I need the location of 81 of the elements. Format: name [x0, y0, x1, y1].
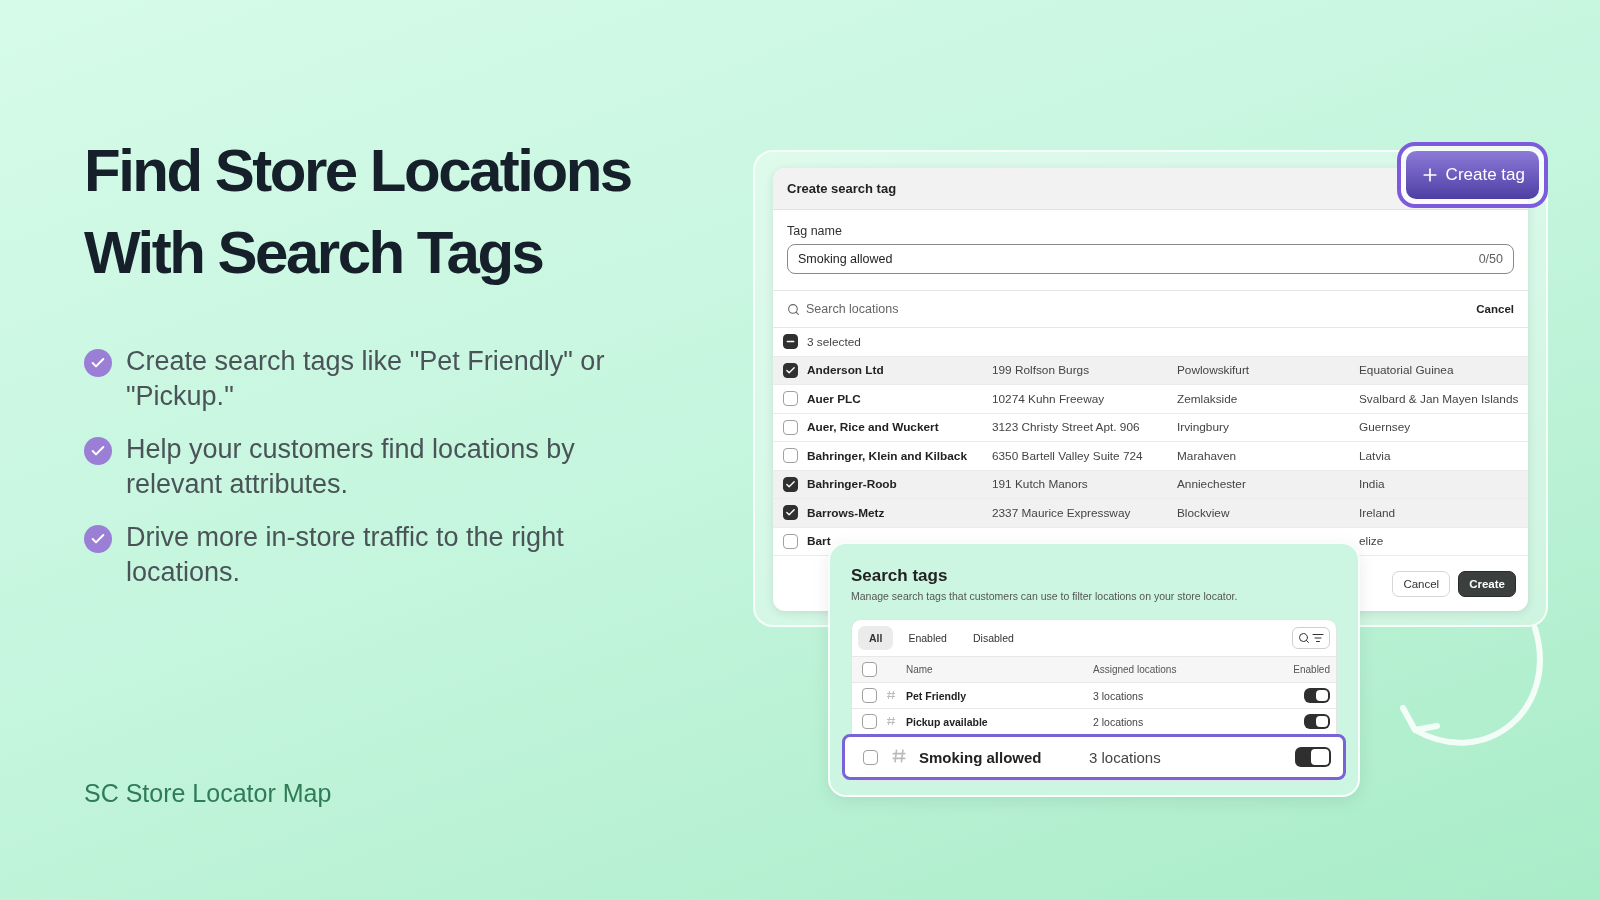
enabled-toggle[interactable]: [1304, 714, 1330, 729]
column-header: Name: [906, 664, 934, 675]
location-country: Svalbard & Jan Mayen Islands: [1359, 391, 1520, 406]
location-address: 6350 Bartell Valley Suite 724: [992, 448, 1144, 463]
feature-text: Create search tags like "Pet Friendly" or "Pickup.": [126, 345, 606, 413]
row-checkbox[interactable]: [783, 505, 798, 521]
location-address: 2337 Maurice Expressway: [992, 505, 1132, 520]
location-address: 3123 Christy Street Apt. 906: [992, 420, 1141, 435]
enabled-toggle[interactable]: [1295, 747, 1331, 767]
row-checkbox[interactable]: [783, 533, 798, 549]
check-icon: [785, 478, 796, 490]
panel-title: Search tags: [851, 566, 949, 586]
selection-count: 3 selected: [807, 334, 862, 349]
location-city: Anniechester: [1177, 477, 1247, 492]
location-name: Anderson Ltd: [807, 363, 885, 378]
search-filter-button[interactable]: [1292, 627, 1330, 649]
location-city: Irvingbury: [1177, 420, 1230, 435]
filter-tab[interactable]: All: [858, 626, 894, 650]
location-name: Auer, Rice and Wuckert: [807, 420, 940, 435]
create-tag-button[interactable]: Create tag: [1405, 151, 1539, 199]
filter-tab[interactable]: Disabled: [961, 626, 1025, 650]
location-name: Bahringer-Roob: [807, 477, 898, 492]
select-all-checkbox[interactable]: [783, 334, 798, 350]
filter-tab[interactable]: Enabled: [897, 626, 958, 650]
location-address: 199 Rolfson Burgs: [992, 363, 1091, 378]
location-count: 2 locations: [1093, 715, 1145, 728]
field-label: Tag name: [787, 224, 843, 238]
location-country: elize: [1359, 534, 1385, 549]
location-city: Powlowskifurt: [1177, 363, 1251, 378]
create-button[interactable]: Create: [1458, 570, 1516, 597]
row-checkbox[interactable]: [862, 688, 877, 703]
location-country: Guernsey: [1359, 420, 1412, 435]
location-city: Blockview: [1177, 505, 1231, 520]
hash-icon: [886, 715, 896, 726]
select-all-checkbox[interactable]: [862, 662, 877, 677]
location-address: 10274 Kuhn Freeway: [992, 391, 1106, 406]
panel-description: Manage search tags that customers can use to filter locations on your store locator.: [851, 590, 1239, 602]
check-icon: [785, 364, 796, 376]
tag-name: Pickup available: [906, 715, 989, 728]
row-checkbox[interactable]: [783, 391, 798, 407]
filter-icon: [1312, 632, 1324, 644]
location-city: Zemlakside: [1177, 391, 1239, 406]
search-field[interactable]: Search locations Cancel: [773, 290, 1528, 328]
row-checkbox[interactable]: [863, 749, 878, 765]
location-country: India: [1359, 477, 1386, 492]
character-counter: 0/50: [1478, 252, 1503, 266]
cancel-button[interactable]: Cancel: [1392, 570, 1451, 597]
hash-icon: [891, 747, 907, 764]
tag-name-field[interactable]: Smoking allowed 0/50: [787, 244, 1514, 274]
location-count: 3 locations: [1089, 748, 1162, 766]
row-checkbox[interactable]: [783, 448, 798, 464]
location-name: Auer PLC: [807, 391, 862, 406]
headline: Find Store Locations With Search Tags: [84, 136, 632, 288]
location-address: 191 Kutch Manors: [992, 477, 1089, 492]
location-name: Bart: [807, 534, 832, 549]
row-checkbox[interactable]: [783, 419, 798, 435]
row-checkbox[interactable]: [783, 476, 798, 492]
search-icon: [1298, 632, 1310, 644]
feature-text: Help your customers find locations by relevant attributes.: [126, 433, 576, 501]
row-checkbox[interactable]: [783, 362, 798, 378]
location-country: Equatorial Guinea: [1359, 363, 1455, 378]
column-header: Enabled: [1293, 664, 1330, 675]
location-city: Marahaven: [1177, 448, 1238, 463]
row-checkbox[interactable]: [862, 714, 877, 729]
tag-name: Pet Friendly: [906, 689, 968, 702]
search-icon: [787, 302, 800, 316]
cancel-button[interactable]: Cancel: [1476, 303, 1514, 315]
location-name: Bahringer, Klein and Kilback: [807, 448, 968, 463]
column-header: Assigned locations: [1093, 664, 1178, 675]
brand-name: SC Store Locator Map: [84, 779, 333, 808]
location-country: Latvia: [1359, 448, 1392, 463]
feature-text: Drive more in-store traffic to the right locations.: [126, 521, 565, 589]
enabled-toggle[interactable]: [1304, 688, 1330, 703]
hash-icon: [886, 689, 896, 700]
location-name: Barrows-Metz: [807, 505, 886, 520]
check-icon: [84, 349, 112, 377]
location-count: 3 locations: [1093, 689, 1145, 702]
tag-name: Smoking allowed: [919, 748, 1043, 766]
location-country: Ireland: [1359, 505, 1397, 520]
check-icon: [84, 437, 112, 465]
check-icon: [84, 525, 112, 553]
